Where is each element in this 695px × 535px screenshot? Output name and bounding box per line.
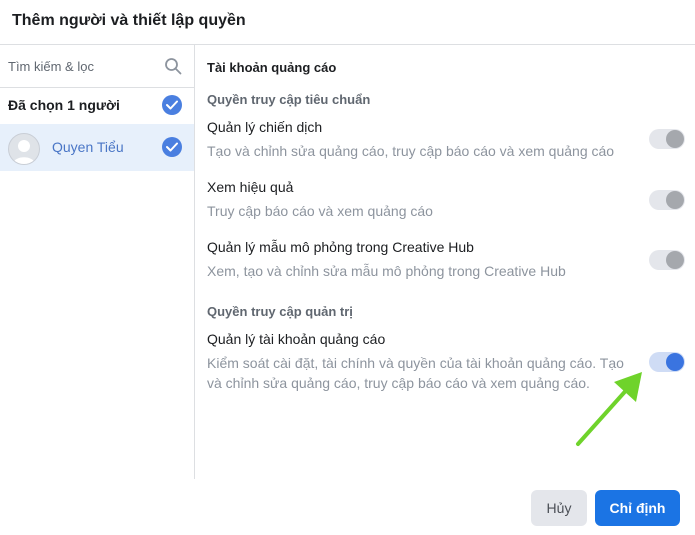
people-panel: Đã chọn 1 người Quyen Tiểu: [0, 45, 195, 479]
select-all-check-icon[interactable]: [162, 95, 182, 115]
search-bar: [0, 45, 194, 88]
user-name: Quyen Tiểu: [52, 139, 124, 155]
admin-access-heading: Quyền truy cập quản trị: [207, 304, 353, 319]
selected-count-label: Đã chọn 1 người: [8, 97, 120, 113]
person-icon: [13, 140, 35, 164]
manage-campaigns-toggle[interactable]: [649, 129, 685, 149]
user-list-item[interactable]: Quyen Tiểu: [0, 124, 194, 171]
assign-button[interactable]: Chỉ định: [595, 490, 680, 526]
search-input[interactable]: [8, 57, 158, 75]
avatar: [8, 133, 40, 165]
search-icon[interactable]: [164, 57, 182, 75]
manage-ad-account-toggle[interactable]: [649, 352, 685, 372]
section-title: Tài khoản quảng cáo: [207, 60, 337, 75]
standard-access-heading: Quyền truy cập tiêu chuẩn: [207, 92, 371, 107]
permission-name: Xem hiệu quả: [207, 179, 294, 195]
permission-name: Quản lý chiến dịch: [207, 119, 323, 135]
permission-description: Tạo và chỉnh sửa quảng cáo, truy cập báo…: [207, 143, 615, 159]
view-performance-toggle[interactable]: [649, 190, 685, 210]
permission-description: Truy cập báo cáo và xem quảng cáo: [207, 203, 433, 219]
manage-creative-hub-toggle[interactable]: [649, 250, 685, 270]
cancel-button[interactable]: Hủy: [531, 490, 587, 526]
permission-name: Quản lý mẫu mô phỏng trong Creative Hub: [207, 239, 474, 255]
permission-description: Xem, tạo và chỉnh sửa mẫu mô phỏng trong…: [207, 263, 566, 279]
annotation-arrow-icon: [576, 372, 642, 446]
user-selected-check-icon[interactable]: [162, 137, 182, 157]
dialog-title: Thêm người và thiết lập quyền: [12, 12, 246, 29]
permission-name: Quản lý tài khoản quảng cáo: [207, 331, 386, 347]
